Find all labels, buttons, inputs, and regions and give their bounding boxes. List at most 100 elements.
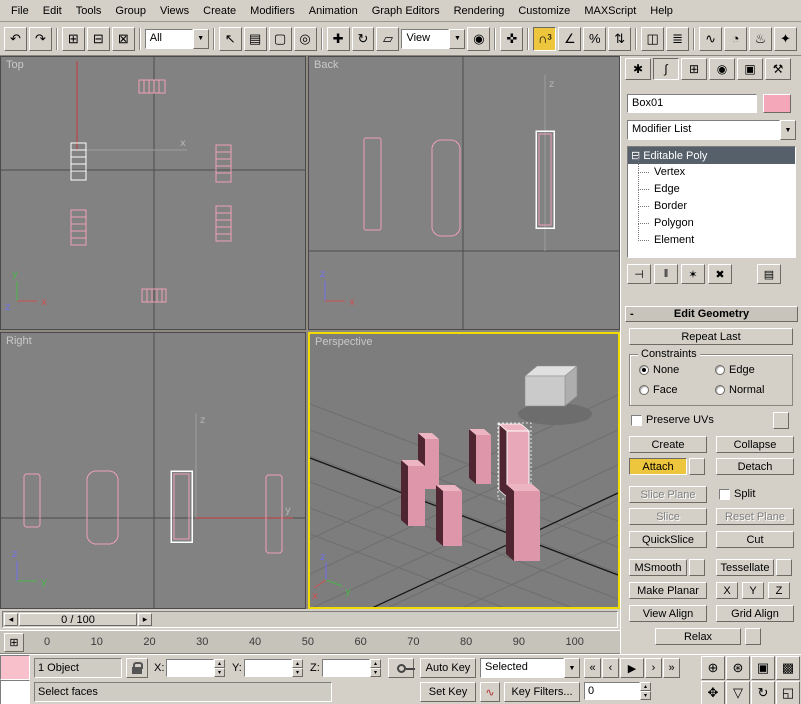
- reference-coordinate-dropdown[interactable]: View ▼: [401, 29, 465, 49]
- preserve-uvs-settings-button[interactable]: [773, 412, 789, 429]
- use-pivot-center-button[interactable]: ◉: [467, 27, 490, 51]
- key-filters-button[interactable]: Key Filters...: [504, 682, 580, 702]
- menu-item-maxscript[interactable]: MAXScript: [577, 2, 643, 20]
- go-to-start-button[interactable]: «: [584, 658, 601, 678]
- y-coordinate-spinner[interactable]: ▴ ▾: [292, 659, 303, 677]
- grid-align-button[interactable]: Grid Align: [716, 605, 794, 622]
- x-coordinate-spinner[interactable]: ▴ ▾: [214, 659, 225, 677]
- zoom-extents-button[interactable]: ▣: [751, 656, 775, 680]
- x-coordinate-field[interactable]: [166, 659, 214, 677]
- arc-rotate-button[interactable]: ↻: [751, 681, 775, 704]
- menu-item-create[interactable]: Create: [196, 2, 243, 20]
- make-planar-y-button[interactable]: Y: [742, 582, 764, 599]
- perspective-viewport-canvas[interactable]: z x y: [310, 334, 618, 607]
- detach-button[interactable]: Detach: [716, 458, 794, 475]
- preserve-uvs-checkbox[interactable]: Preserve UVs: [631, 414, 714, 426]
- z-coordinate-spinner[interactable]: ▴ ▾: [370, 659, 381, 677]
- menu-item-edit[interactable]: Edit: [36, 2, 69, 20]
- curve-editor-button[interactable]: ∿: [699, 27, 722, 51]
- set-key-button[interactable]: Set Key: [420, 682, 476, 702]
- menu-item-customize[interactable]: Customize: [511, 2, 577, 20]
- object-name-field[interactable]: Box01: [627, 94, 757, 113]
- pin-stack-button[interactable]: ⊣: [627, 264, 651, 284]
- right-viewport-canvas[interactable]: z y z y: [1, 333, 305, 608]
- pan-view-button[interactable]: ✥: [701, 681, 725, 704]
- edit-geometry-rollout-header[interactable]: - Edit Geometry: [625, 306, 798, 322]
- angle-snap-button[interactable]: ∠: [558, 27, 581, 51]
- spinner-up-icon[interactable]: ▴: [214, 659, 225, 668]
- spinner-up-icon[interactable]: ▴: [370, 659, 381, 668]
- time-slider-next-arrow[interactable]: ▸: [138, 613, 152, 626]
- stack-item-border[interactable]: Border: [628, 198, 795, 215]
- relax-button[interactable]: Relax: [655, 628, 741, 645]
- viewport-back[interactable]: z z x Back: [308, 56, 620, 330]
- previous-frame-button[interactable]: ‹: [602, 658, 619, 678]
- select-object-button[interactable]: ↖: [219, 27, 242, 51]
- msmooth-settings-button[interactable]: [689, 559, 705, 576]
- back-viewport-canvas[interactable]: z z x: [309, 57, 619, 329]
- make-planar-z-button[interactable]: Z: [768, 582, 790, 599]
- chevron-down-icon[interactable]: ▼: [193, 29, 209, 49]
- stack-item-vertex[interactable]: Vertex: [628, 164, 795, 181]
- tab-utilities[interactable]: ⚒: [765, 58, 791, 80]
- make-unique-button[interactable]: ✶: [681, 264, 705, 284]
- stack-item-polygon[interactable]: Polygon: [628, 215, 795, 232]
- selection-lock-toggle-button[interactable]: [126, 658, 148, 678]
- zoom-all-button[interactable]: ⊛: [726, 656, 750, 680]
- menu-item-modifiers[interactable]: Modifiers: [243, 2, 302, 20]
- stack-item-editable-poly[interactable]: ⊟ Editable Poly: [628, 147, 795, 164]
- z-coordinate-field[interactable]: [322, 659, 370, 677]
- viewport-label-right[interactable]: Right: [6, 335, 32, 347]
- menu-item-tools[interactable]: Tools: [69, 2, 109, 20]
- viewport-label-perspective[interactable]: Perspective: [315, 336, 372, 348]
- constraint-none-radio[interactable]: None: [639, 364, 679, 376]
- tab-create[interactable]: ✱: [625, 58, 651, 80]
- menu-item-graph-editors[interactable]: Graph Editors: [365, 2, 447, 20]
- top-viewport-canvas[interactable]: x: [1, 57, 305, 329]
- select-and-link-button[interactable]: ⊞: [62, 27, 85, 51]
- menu-item-help[interactable]: Help: [643, 2, 680, 20]
- relax-settings-button[interactable]: [745, 628, 761, 645]
- render-setup-button[interactable]: ♨: [749, 27, 772, 51]
- menu-item-views[interactable]: Views: [153, 2, 196, 20]
- tab-display[interactable]: ▣: [737, 58, 763, 80]
- y-coordinate-field[interactable]: [244, 659, 292, 677]
- stack-item-element[interactable]: Element: [628, 232, 795, 249]
- tab-motion[interactable]: ◉: [709, 58, 735, 80]
- unlink-selection-button[interactable]: ⊟: [87, 27, 110, 51]
- spinner-down-icon[interactable]: ▾: [214, 668, 225, 677]
- field-of-view-button[interactable]: ▽: [726, 681, 750, 704]
- configure-stack-button[interactable]: ▤: [757, 264, 781, 284]
- menu-item-file[interactable]: File: [4, 2, 36, 20]
- redo-button[interactable]: ↷: [29, 27, 52, 51]
- select-by-name-button[interactable]: ▤: [244, 27, 267, 51]
- constraint-normal-radio[interactable]: Normal: [715, 384, 764, 396]
- select-and-scale-button[interactable]: ▱: [376, 27, 399, 51]
- cut-button[interactable]: Cut: [716, 531, 794, 548]
- spinner-down-icon[interactable]: ▾: [370, 668, 381, 677]
- msmooth-button[interactable]: MSmooth: [629, 559, 687, 576]
- stack-item-edge[interactable]: Edge: [628, 181, 795, 198]
- mirror-button[interactable]: ◫: [641, 27, 664, 51]
- chevron-down-icon[interactable]: ▼: [449, 29, 465, 49]
- bind-to-spacewarp-button[interactable]: ⊠: [112, 27, 135, 51]
- material-editor-button[interactable]: ◔: [724, 27, 747, 51]
- chevron-down-icon[interactable]: ▼: [564, 658, 580, 678]
- maxscript-macro-recorder-mini[interactable]: [0, 655, 30, 680]
- constraint-edge-radio[interactable]: Edge: [715, 364, 755, 376]
- split-checkbox[interactable]: Split: [719, 488, 755, 500]
- modifier-list-dropdown[interactable]: Modifier List ▼: [627, 120, 796, 140]
- set-keys-button[interactable]: [388, 658, 414, 678]
- play-animation-button[interactable]: ▶: [620, 658, 644, 678]
- menu-item-group[interactable]: Group: [108, 2, 153, 20]
- open-mini-curve-editor-button[interactable]: ⊞: [4, 633, 24, 652]
- time-slider-prev-arrow[interactable]: ◂: [4, 613, 18, 626]
- tessellate-button[interactable]: Tessellate: [716, 559, 774, 576]
- selection-filter-dropdown[interactable]: All ▼: [145, 29, 209, 49]
- track-bar[interactable]: ⊞ 0 10 20 30 40 50 60 70 80 90 100: [0, 630, 620, 654]
- select-and-rotate-button[interactable]: ↻: [352, 27, 375, 51]
- spinner-snap-button[interactable]: ⇅: [608, 27, 631, 51]
- time-slider-track[interactable]: ◂ 0 / 100 ▸: [2, 611, 618, 628]
- spinner-up-icon[interactable]: ▴: [292, 659, 303, 668]
- window-crossing-toggle-button[interactable]: ◎: [294, 27, 317, 51]
